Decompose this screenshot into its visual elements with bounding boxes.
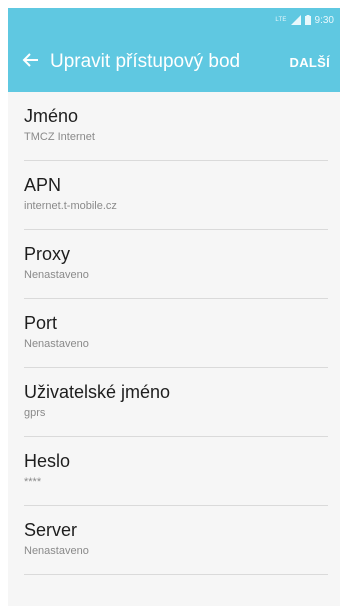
setting-value: TMCZ Internet [24,131,95,143]
network-type: LTE [275,17,287,23]
setting-value: Nenastaveno [24,269,89,281]
setting-server[interactable]: Server Nenastaveno [8,506,340,575]
setting-username[interactable]: Uživatelské jméno gprs [8,368,340,437]
setting-label: Server [24,520,78,540]
setting-label: Uživatelské jméno [24,382,171,402]
next-button[interactable]: DALŠÍ [290,55,331,70]
setting-proxy[interactable]: Proxy Nenastaveno [8,230,340,299]
setting-value: internet.t-mobile.cz [24,200,117,212]
signal-icon [290,15,301,25]
status-time: 9:30 [314,14,334,26]
setting-password[interactable]: Heslo **** [8,437,340,506]
setting-apn[interactable]: APN internet.t-mobile.cz [8,161,340,230]
settings-list: Jméno TMCZ Internet APN internet.t-mobil… [8,92,340,575]
setting-label: Jméno [24,106,79,126]
back-button[interactable] [12,42,50,82]
toolbar: Upravit přístupový bod DALŠÍ [8,38,340,86]
setting-port[interactable]: Port Nenastaveno [8,299,340,368]
setting-value: gprs [24,407,46,419]
arrow-left-icon [22,51,40,74]
setting-label: Proxy [24,244,71,264]
setting-value: Nenastaveno [24,338,89,350]
setting-label: Heslo [24,451,71,471]
page-title: Upravit přístupový bod [50,51,241,72]
setting-name[interactable]: Jméno TMCZ Internet [8,92,340,161]
phone-screen: LTE 9:30 Upravit přístupový bod DALŠÍ Jm… [8,8,340,606]
battery-icon [304,15,311,25]
setting-value: **** [24,476,42,488]
setting-value: Nenastaveno [24,545,89,557]
setting-label: APN [24,175,62,195]
app-bar: LTE 9:30 Upravit přístupový bod DALŠÍ [8,8,340,92]
status-bar: LTE 9:30 [275,10,334,30]
setting-label: Port [24,313,58,333]
